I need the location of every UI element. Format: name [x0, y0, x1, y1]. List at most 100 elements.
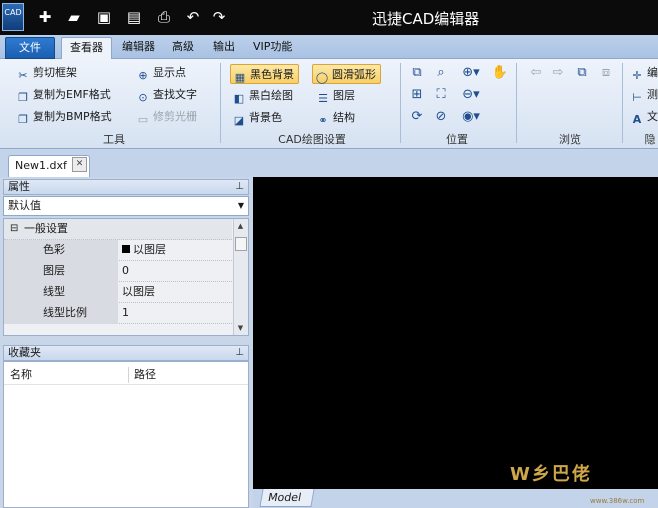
- zoom-options-icon[interactable]: ◉▾: [457, 107, 485, 127]
- show-points-label: 显示点: [153, 66, 186, 79]
- text-partial-button[interactable]: A文: [630, 107, 658, 127]
- properties-panel-header: 属性 ⊥: [3, 179, 249, 195]
- fit-icon[interactable]: ⊞: [407, 85, 427, 105]
- smooth-arc-icon: ◯: [315, 71, 329, 84]
- extents-icon[interactable]: ⛶: [431, 85, 451, 105]
- property-category-general[interactable]: ⊟ 一般设置: [4, 219, 232, 240]
- property-row[interactable]: 线型比例 1: [4, 303, 232, 324]
- property-value[interactable]: 1: [120, 303, 129, 323]
- collapse-icon[interactable]: ⊟: [10, 219, 18, 239]
- trim-raster-button[interactable]: ▭ 修剪光栅: [136, 107, 197, 127]
- property-row[interactable]: 线型 以图层: [4, 282, 232, 303]
- group-separator: [220, 63, 221, 143]
- redo-icon[interactable]: ↷: [208, 6, 230, 28]
- column-divider[interactable]: [128, 367, 129, 383]
- open-icon[interactable]: ▰: [63, 6, 85, 28]
- group-separator: [516, 63, 517, 143]
- tab-editor[interactable]: 编辑器: [114, 37, 163, 59]
- zoom-out-icon[interactable]: ⊖▾: [457, 85, 485, 105]
- background-color-label: 背景色: [249, 111, 282, 124]
- measure-partial-button[interactable]: ⊢ 测: [630, 85, 658, 105]
- find-text-icon: ⊙: [138, 91, 148, 104]
- zoom-window-icon[interactable]: ⧉: [407, 63, 427, 83]
- text-icon: A: [632, 113, 642, 126]
- scroll-up-icon[interactable]: ▲: [235, 221, 246, 231]
- clip-frame-icon: ✂: [18, 69, 28, 82]
- edit-partial-button[interactable]: ✛ 编: [630, 63, 658, 83]
- arrow-right-icon[interactable]: ⇨: [548, 63, 568, 83]
- scroll-thumb[interactable]: [235, 237, 247, 251]
- black-background-toggle[interactable]: ▦ 黑色背景: [230, 64, 299, 84]
- scroll-down-icon[interactable]: ▼: [235, 323, 246, 333]
- chevron-down-icon: ▼: [237, 201, 244, 210]
- tab-file[interactable]: 文件: [5, 37, 55, 59]
- text-partial-label: 文: [647, 110, 658, 123]
- find-text-button[interactable]: ⊙ 查找文字: [136, 85, 197, 105]
- rotate-icon[interactable]: ⟳: [407, 107, 427, 127]
- property-value[interactable]: 以图层: [120, 282, 155, 302]
- model-tab[interactable]: Model: [259, 489, 315, 507]
- pan-hand-icon[interactable]: ✋: [490, 63, 510, 83]
- open-external-icon[interactable]: ⧉: [572, 63, 592, 83]
- pin-icon[interactable]: ⊥: [235, 346, 244, 360]
- trim-raster-label: 修剪光栅: [153, 110, 197, 123]
- show-points-icon: ⊕: [138, 69, 148, 82]
- copy-bmp-icon: ❐: [18, 113, 28, 126]
- favorites-panel-header: 收藏夹 ⊥: [3, 345, 249, 361]
- close-icon[interactable]: ✕: [72, 157, 87, 172]
- property-grid-scrollbar[interactable]: ▲ ▼: [233, 219, 248, 335]
- new-icon[interactable]: ✚: [34, 6, 56, 28]
- smooth-arc-toggle[interactable]: ◯ 圆滑弧形: [312, 64, 381, 84]
- watermark-logo: W乡巴佬: [510, 464, 592, 485]
- zoom-realtime-icon[interactable]: ⌕: [431, 63, 451, 83]
- app-logo-text: CAD: [4, 8, 22, 17]
- arrow-left-icon[interactable]: ⇦: [526, 63, 546, 83]
- layers-label: 图层: [333, 89, 355, 102]
- column-header-path[interactable]: 路径: [134, 365, 156, 385]
- property-value[interactable]: 以图层: [120, 240, 166, 260]
- clip-frame-button[interactable]: ✂ 剪切框架: [16, 63, 77, 83]
- clip-frame-label: 剪切框架: [33, 66, 77, 79]
- structure-label: 结构: [333, 111, 355, 124]
- save-icon[interactable]: ▣: [93, 6, 115, 28]
- property-name: 图层: [4, 261, 118, 282]
- property-name: 线型比例: [4, 303, 118, 324]
- app-logo-icon[interactable]: CAD: [2, 3, 24, 31]
- copy-emf-button[interactable]: ❐ 复制为EMF格式: [16, 85, 111, 105]
- pin-icon[interactable]: ⊥: [235, 180, 244, 194]
- tab-output[interactable]: 输出: [205, 37, 243, 59]
- copy-bmp-button[interactable]: ❐ 复制为BMP格式: [16, 107, 112, 127]
- properties-selector-value: 默认值: [8, 199, 41, 212]
- background-color-button[interactable]: ◪ 背景色: [232, 108, 282, 128]
- property-category-label: 一般设置: [24, 222, 68, 235]
- column-header-name[interactable]: 名称: [10, 365, 32, 385]
- layers-button[interactable]: ☰ 图层: [316, 86, 355, 106]
- tab-viewer[interactable]: 查看器: [61, 37, 112, 59]
- measure-partial-label: 测: [647, 88, 658, 101]
- undo-icon[interactable]: ↶: [182, 6, 204, 28]
- group-label-tools: 工具: [103, 133, 125, 146]
- ribbon-tab-bar: 文件 查看器 编辑器 高级 输出 VIP功能: [0, 35, 658, 59]
- structure-button[interactable]: ⚭ 结构: [316, 108, 355, 128]
- properties-selector[interactable]: 默认值 ▼: [3, 196, 249, 216]
- property-row[interactable]: 色彩 以图层: [4, 240, 232, 261]
- group-separator: [622, 63, 623, 143]
- bw-drawing-icon: ◧: [233, 92, 245, 105]
- tab-advanced[interactable]: 高级: [164, 37, 202, 59]
- tab-vip[interactable]: VIP功能: [245, 37, 300, 59]
- group-label-cad-settings: CAD绘图设置: [278, 133, 346, 146]
- print-icon[interactable]: ⎙: [153, 6, 175, 28]
- property-row[interactable]: 图层 0: [4, 261, 232, 282]
- drawing-canvas[interactable]: [253, 177, 658, 489]
- copy-emf-icon: ❐: [18, 91, 28, 104]
- browse-settings-icon[interactable]: ⧈: [596, 63, 616, 83]
- favorites-panel-title: 收藏夹: [8, 346, 41, 359]
- export-pdf-icon[interactable]: ▤: [123, 6, 145, 28]
- smooth-arc-label: 圆滑弧形: [332, 68, 376, 81]
- zoom-previous-icon[interactable]: ⊘: [431, 107, 451, 127]
- zoom-in-icon[interactable]: ⊕▾: [457, 63, 485, 83]
- bw-drawing-button[interactable]: ◧ 黑白绘图: [232, 86, 293, 106]
- property-value[interactable]: 0: [120, 261, 129, 281]
- show-points-button[interactable]: ⊕ 显示点: [136, 63, 186, 83]
- group-label-hidden: 隐: [644, 133, 656, 146]
